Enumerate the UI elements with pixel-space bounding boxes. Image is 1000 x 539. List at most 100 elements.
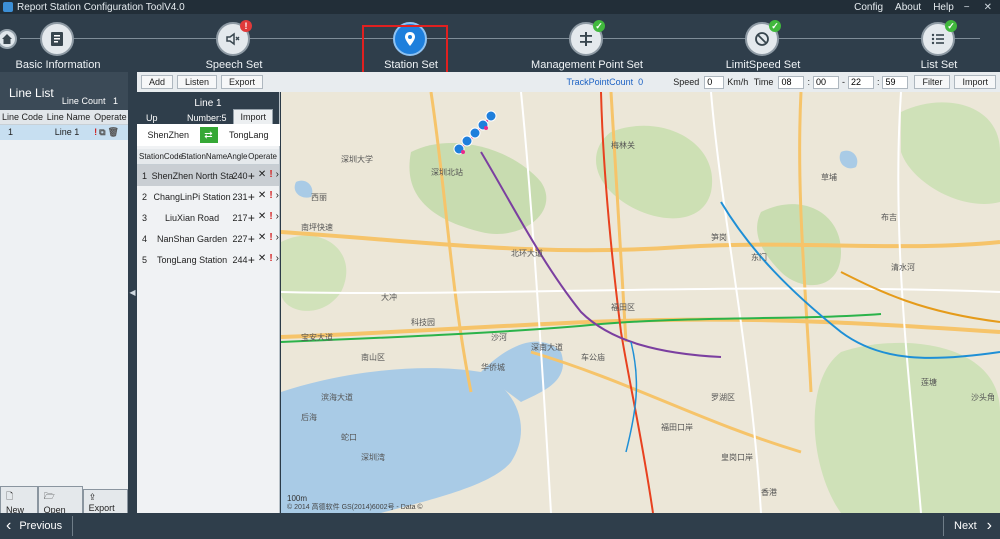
station-row[interactable]: 2 ChangLinPi Station 231 + ✕! › <box>137 186 279 207</box>
station-index: 2 <box>142 191 148 202</box>
col-line-name: Line Name <box>44 110 93 125</box>
step-list-set[interactable]: ✓ List Set <box>869 14 1000 72</box>
chevron-left-icon: ‹ <box>6 517 12 534</box>
map-label: 蛇口 <box>341 433 357 442</box>
delete-icon[interactable]: ✕ <box>258 190 266 204</box>
station-name: ChangLinPi Station <box>153 191 231 202</box>
chevron-right-icon[interactable]: › <box>276 232 279 246</box>
toolbar-import-button[interactable]: Import <box>954 75 996 89</box>
speed-input[interactable] <box>704 75 725 89</box>
station-operations: + ✕! › <box>248 169 279 183</box>
add-icon[interactable]: + <box>248 211 255 225</box>
add-icon[interactable]: + <box>248 253 255 267</box>
step-label: List Set <box>920 59 958 71</box>
speed-unit: Km/h <box>727 77 749 87</box>
menu-about[interactable]: About <box>895 2 921 13</box>
filter-button[interactable]: Filter <box>914 75 951 89</box>
station-operations: + ✕! › <box>248 190 279 204</box>
map-view[interactable]: 南坪快速 宝安大道 深圳大学 北环大道 深南大道 滨海大道 福田区 罗湖区 南山区 深圳湾 香港 梅林… <box>281 92 1000 513</box>
delete-icon[interactable]: ✕ <box>258 232 266 246</box>
warning-icon[interactable]: ! <box>94 127 97 138</box>
station-angle: 244 <box>232 254 248 265</box>
map-label: 深南大道 <box>531 343 563 352</box>
speed-label: Speed <box>673 77 700 87</box>
delete-icon[interactable]: ✕ <box>258 169 266 183</box>
chevron-right-icon[interactable]: › <box>276 169 279 183</box>
station-row[interactable]: 5 TongLang Station 244 + ✕! › <box>137 249 279 270</box>
warning-icon[interactable]: ! <box>269 232 272 246</box>
add-icon[interactable]: + <box>248 169 255 183</box>
line-code-cell: 1 <box>0 124 45 140</box>
copy-icon[interactable]: ⧉ <box>99 127 105 138</box>
map-label: 科技园 <box>411 318 435 327</box>
station-operations: + ✕! › <box>248 232 279 246</box>
step-management-point-set[interactable]: ✓ Management Point Set <box>517 14 657 72</box>
add-icon[interactable]: + <box>248 232 255 246</box>
map-label: 东门 <box>751 253 767 262</box>
map-label: 后海 <box>301 413 317 422</box>
add-button[interactable]: Add <box>141 75 174 89</box>
delete-icon[interactable]: ✕ <box>258 253 266 267</box>
menu-config[interactable]: Config <box>854 2 883 13</box>
map-label: 香港 <box>761 488 777 497</box>
station-index: 1 <box>142 170 148 181</box>
map-label: 北环大道 <box>511 249 543 258</box>
close-icon[interactable]: ✕ <box>984 2 992 13</box>
collapse-panel-icon[interactable]: ◀ <box>128 72 137 513</box>
listen-button[interactable]: Listen <box>177 75 218 89</box>
map-toolbar: Add Listen Export TrackPointCount 0 Spee… <box>137 72 1000 92</box>
chevron-right-icon[interactable]: › <box>276 190 279 204</box>
station-table-header: StationCode StationName Angle Operate <box>137 149 279 165</box>
station-import-button[interactable]: Import <box>233 109 273 125</box>
station-angle: 231 <box>232 191 248 202</box>
step-basic-information[interactable]: Basic Information <box>0 14 128 72</box>
table-row[interactable]: 1 Line 1 ! ⧉ 🗑 <box>0 124 128 140</box>
map-label: 草埔 <box>821 173 837 182</box>
speaker-icon: ! <box>216 20 252 56</box>
map-label: 西丽 <box>311 193 327 202</box>
station-panel: Line 1 Up Number:5 Import ShenZhen ⇄ Ton… <box>137 92 280 513</box>
footer-nav: ‹ Previous Next › <box>0 513 1000 539</box>
warning-icon[interactable]: ! <box>269 190 272 204</box>
col-angle: Angle <box>227 152 248 161</box>
start-minute-input[interactable] <box>812 75 839 89</box>
warning-icon[interactable]: ! <box>269 253 272 267</box>
map-label: 深圳北站 <box>431 168 463 177</box>
map-label: 清水河 <box>891 263 915 272</box>
chevron-right-icon[interactable]: › <box>276 211 279 225</box>
app-title: Report Station Configuration ToolV4.0 <box>17 1 185 13</box>
station-row[interactable]: 4 NanShan Garden 227 + ✕! › <box>137 228 279 249</box>
col-line-code: Line Code <box>0 110 45 125</box>
minimize-icon[interactable]: − <box>964 2 970 13</box>
station-name: LiuXian Road <box>165 212 220 223</box>
warning-icon[interactable]: ! <box>269 169 272 183</box>
station-row[interactable]: 3 LiuXian Road 217 + ✕! › <box>137 207 279 228</box>
step-speech-set[interactable]: ! Speech Set <box>164 14 304 72</box>
end-time-input[interactable] <box>847 75 874 89</box>
map-label: 南山区 <box>361 353 385 362</box>
end-minute-input[interactable] <box>882 75 909 89</box>
swap-direction-icon[interactable]: ⇄ <box>199 127 218 143</box>
trash-icon[interactable]: 🗑 <box>108 127 119 138</box>
no-entry-icon: ✓ <box>745 20 781 56</box>
chevron-right-icon[interactable]: › <box>276 253 279 267</box>
warning-icon[interactable]: ! <box>269 211 272 225</box>
delete-icon[interactable]: ✕ <box>258 211 266 225</box>
station-list: 1 ShenZhen North Stati 240 + ✕! › 2 ChangLinPi … <box>137 165 279 270</box>
map-label: 福田口岸 <box>661 423 693 432</box>
direction-label: Up <box>146 113 158 123</box>
list-icon: ✓ <box>921 20 957 56</box>
export-button[interactable]: ⇪ Export <box>82 488 128 516</box>
menu-help[interactable]: Help <box>933 2 954 13</box>
toolbar-export-button[interactable]: Export <box>221 75 264 89</box>
step-limitspeed-set[interactable]: ✓ LimitSpeed Set <box>693 14 833 72</box>
origin-station: ShenZhen <box>147 130 190 140</box>
previous-button[interactable]: ‹ Previous <box>0 516 74 536</box>
warning-badge: ! <box>240 20 252 32</box>
next-button[interactable]: Next › <box>943 516 1000 536</box>
start-time-input[interactable] <box>778 75 805 89</box>
add-icon[interactable]: + <box>248 190 255 204</box>
station-row[interactable]: 1 ShenZhen North Stati 240 + ✕! › <box>137 165 279 186</box>
management-icon: ✓ <box>569 20 605 56</box>
station-name: ShenZhen North Stati <box>151 170 233 181</box>
